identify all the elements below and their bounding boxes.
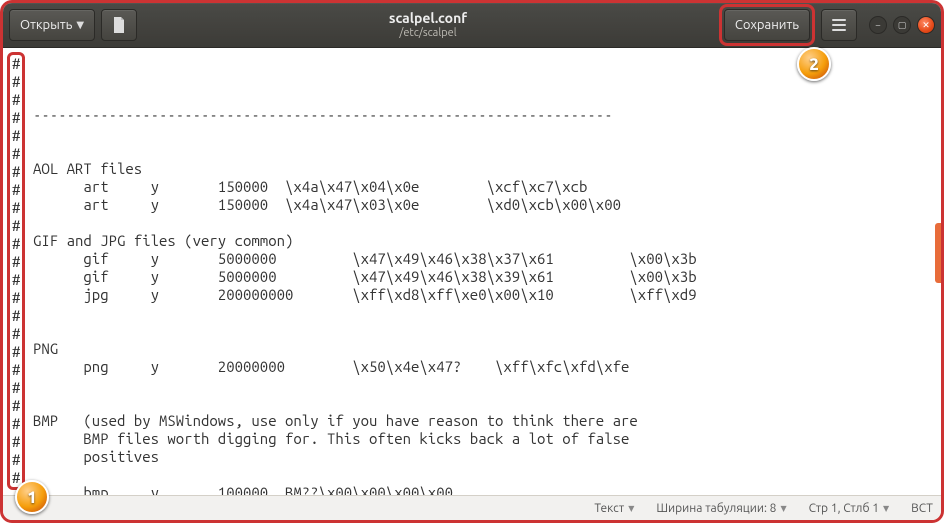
document-path: /etc/scalpel — [143, 27, 713, 39]
status-bar: Текст ▼ Ширина табуляции: 8 ▼ Стр 1, Стл… — [3, 495, 941, 520]
chevron-down-icon: ▼ — [780, 504, 786, 513]
new-document-button[interactable] — [101, 9, 137, 41]
minimize-button[interactable]: – — [869, 16, 887, 34]
maximize-button[interactable]: ▢ — [893, 16, 911, 34]
text-editor[interactable]: # # # # # # # # # # # # # # # # # # # # … — [3, 48, 941, 523]
chevron-down-icon: ▼ — [628, 504, 634, 513]
document-icon — [112, 17, 126, 33]
editor-content: ----------------------------------------… — [7, 106, 941, 502]
annotation-badge-1: 1 — [15, 480, 49, 514]
tab-width-label: Ширина табуляции: 8 — [656, 502, 776, 515]
window-controls: – ▢ ✕ — [869, 16, 935, 34]
hamburger-menu-button[interactable] — [821, 9, 857, 41]
save-button-highlight: Сохранить — [719, 4, 815, 46]
hamburger-icon — [832, 19, 846, 31]
cursor-position-label: Стр 1, Стлб 1 — [809, 502, 879, 515]
chevron-down-icon: ▼ — [883, 504, 889, 513]
open-button[interactable]: Открыть ▼ — [9, 9, 95, 41]
syntax-selector[interactable]: Текст ▼ — [594, 502, 634, 515]
scrollbar-indicator[interactable] — [935, 223, 941, 283]
chevron-down-icon: ▼ — [76, 19, 84, 31]
document-title: scalpel.conf — [143, 11, 713, 26]
open-button-label: Открыть — [20, 18, 72, 32]
tab-width-selector[interactable]: Ширина табуляции: 8 ▼ — [656, 502, 786, 515]
annotation-badge-2: 2 — [797, 47, 831, 81]
close-button[interactable]: ✕ — [917, 16, 935, 34]
cursor-position[interactable]: Стр 1, Стлб 1 ▼ — [809, 502, 890, 515]
window-title-area: scalpel.conf /etc/scalpel — [143, 11, 713, 38]
save-button[interactable]: Сохранить — [724, 9, 810, 41]
save-button-label: Сохранить — [735, 18, 799, 32]
insert-mode-indicator[interactable]: ВСТ — [911, 502, 933, 515]
syntax-selector-label: Текст — [594, 502, 624, 515]
titlebar: Открыть ▼ scalpel.conf /etc/scalpel Сохр… — [3, 3, 941, 48]
